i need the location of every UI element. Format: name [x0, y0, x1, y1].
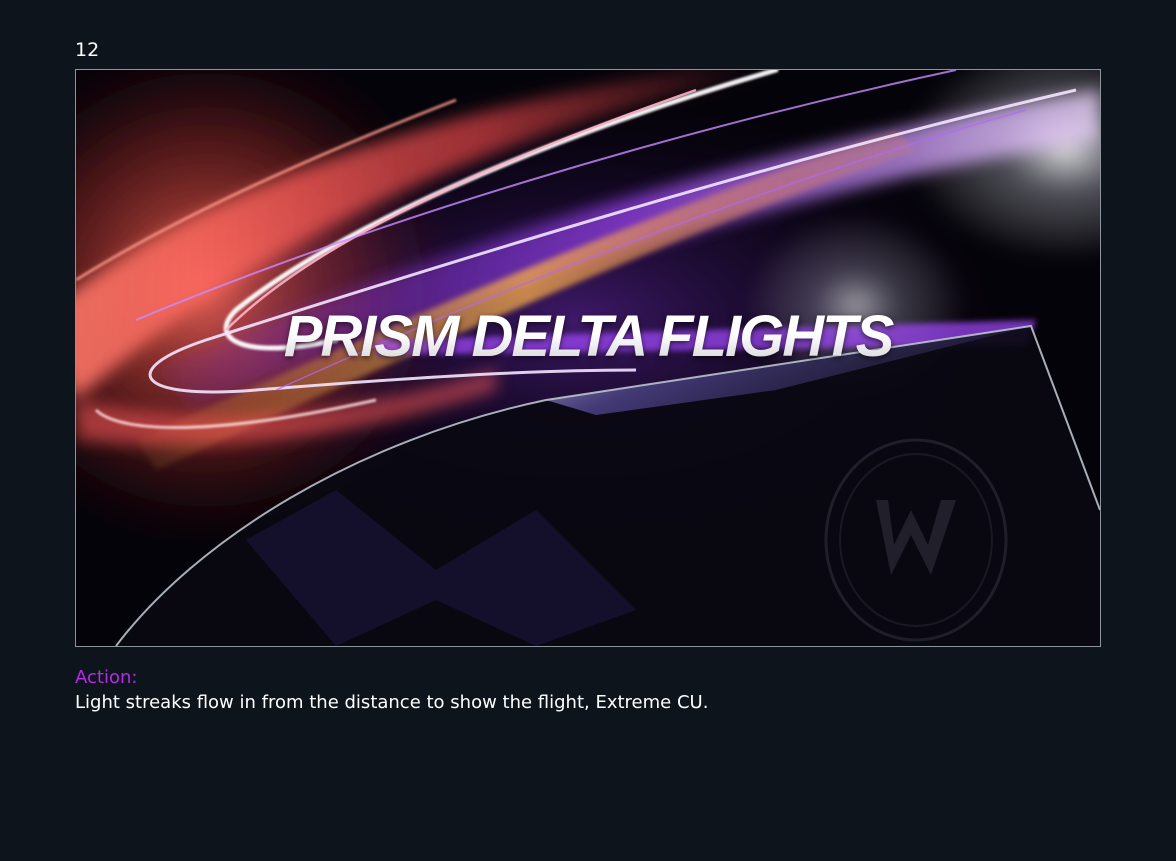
action-label: Action: — [75, 667, 138, 688]
action-description: Light streaks flow in from the distance … — [75, 692, 709, 713]
storyboard-frame: PRISM DELTA FLIGHTS — [75, 69, 1101, 647]
frame-number: 12 — [75, 39, 100, 61]
frame-headline: PRISM DELTA FLIGHTS — [76, 302, 1100, 372]
